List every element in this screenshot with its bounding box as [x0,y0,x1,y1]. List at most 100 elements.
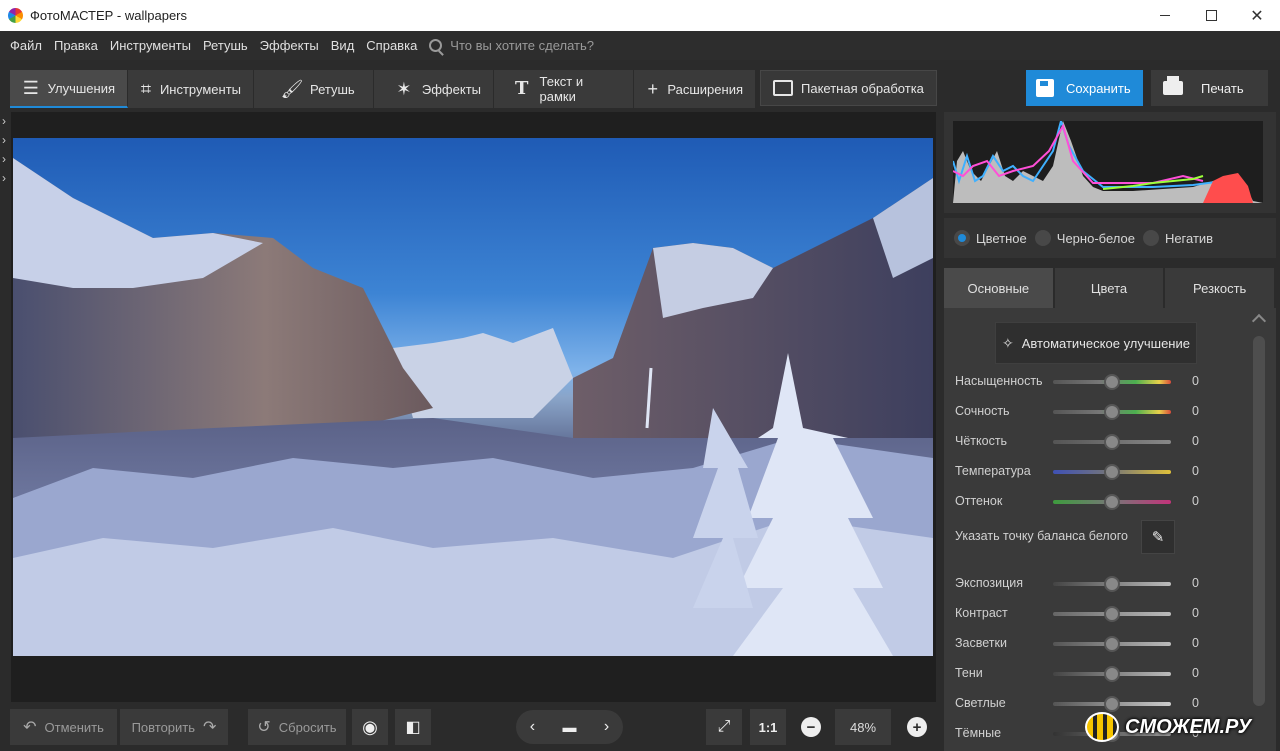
zoom-out-button[interactable]: − [801,717,821,737]
slider-knob[interactable] [1104,464,1120,480]
compare-button[interactable]: ◧ [395,709,431,745]
title-bar: ФотоМАСТЕР - wallpapers ✕ [0,0,1280,31]
tab-extensions[interactable]: + Расширения [634,70,756,108]
slider-knob[interactable] [1104,494,1120,510]
bottom-bar: ↶ Отменить Повторить ↷ ↺ Сбросить ◉ ◧ ‹ … [0,702,940,751]
mode-label: Черно-белое [1056,230,1135,246]
slider-row: Температура 0 [944,462,1244,482]
mode-color-radio[interactable]: Цветное [954,230,1027,246]
chevron-right-icon[interactable]: › [0,169,10,188]
app-logo-icon [8,8,23,23]
slider-label: Светлые [955,696,1006,710]
slider-value: 0 [1192,576,1199,590]
left-panel-toggles: › › › › [0,112,10,188]
expand-icon: ⤢ [717,718,731,735]
search-icon [429,39,443,52]
chevron-right-icon[interactable]: › [604,718,609,736]
tab-colors[interactable]: Цвета [1054,268,1164,308]
tab-enhance[interactable]: ☰ Улучшения [10,70,128,108]
tab-label: Ретушь [310,81,355,97]
tab-text-frames[interactable]: T Текст и рамки [494,70,634,108]
histogram-panel [944,112,1276,213]
slider-row: Чёткость 0 [944,432,1244,452]
maximize-button[interactable] [1188,0,1234,31]
mode-negative-radio[interactable]: Негатив [1142,230,1213,246]
mode-label: Цветное [976,230,1027,246]
brush-icon: 🖌 [280,79,304,99]
folder-icon[interactable]: ▬ [562,719,576,735]
reset-button[interactable]: ↺ Сбросить [248,709,346,745]
search-placeholder: Что вы хотите сделать? [450,38,595,53]
tab-retouch[interactable]: 🖌 Ретушь [254,70,374,108]
floppy-disk-icon [1036,79,1054,97]
slider-value: 0 [1192,636,1199,650]
chevron-right-icon[interactable]: › [0,112,10,131]
slider-label: Контраст [955,606,1008,620]
slider-knob[interactable] [1104,404,1120,420]
chevron-right-icon[interactable]: › [0,131,10,150]
slider-knob[interactable] [1104,666,1120,682]
menu-search[interactable]: Что вы хотите сделать? [429,38,594,53]
menu-view[interactable]: Вид [325,38,361,53]
menu-effects[interactable]: Эффекты [254,38,325,53]
slider-knob[interactable] [1104,374,1120,390]
images-icon [773,80,793,96]
slider-value: 0 [1192,606,1199,620]
ratio-button[interactable]: 1:1 [750,709,786,745]
slider-knob[interactable] [1104,636,1120,652]
panel-tabs: Основные Цвета Резкость [944,268,1276,308]
tab-effects[interactable]: ✶ Эффекты [374,70,494,108]
preview-eye-button[interactable]: ◉ [352,709,388,745]
minimize-button[interactable] [1142,0,1188,31]
slider-knob[interactable] [1104,434,1120,450]
auto-enhance-button[interactable]: ✧ Автоматическое улучшение [995,322,1197,364]
redo-button[interactable]: Повторить ↷ [120,709,228,745]
scroll-thumb[interactable] [1253,336,1265,706]
tab-label: Эффекты [421,81,481,97]
auto-label: Автоматическое улучшение [1021,335,1190,351]
landscape-image [13,158,933,656]
menu-retouch[interactable]: Ретушь [197,38,254,53]
reset-label: Сбросить [278,719,337,735]
print-button[interactable]: Печать [1151,70,1268,106]
fit-screen-button[interactable]: ⤢ [706,709,742,745]
chevron-left-icon[interactable]: ‹ [530,718,535,736]
batch-label: Пакетная обработка [801,80,924,96]
menu-tools[interactable]: Инструменты [104,38,197,53]
eyedropper-button[interactable]: ✎ [1141,520,1175,554]
tool-tabs: ☰ Улучшения ⌗ Инструменты 🖌 Ретушь ✶ Эфф… [10,70,756,108]
scroll-up-icon[interactable] [1251,313,1267,329]
close-button[interactable]: ✕ [1234,0,1280,31]
chevron-right-icon[interactable]: › [0,150,10,169]
undo-button[interactable]: ↶ Отменить [10,709,117,745]
tab-basic[interactable]: Основные [944,268,1053,308]
printer-icon [1163,76,1183,95]
histogram-graph [952,117,1263,203]
tab-tools[interactable]: ⌗ Инструменты [128,70,254,108]
slider-knob[interactable] [1104,576,1120,592]
radio-dot [1034,230,1051,246]
save-button[interactable]: Сохранить [1026,70,1143,106]
watermark-text: СМОЖЕМ.РУ [1125,715,1252,738]
adjustments-panel: ✧ Автоматическое улучшение Насыщенность 0… [944,308,1276,751]
batch-processing-button[interactable]: Пакетная обработка [760,70,937,106]
menu-help[interactable]: Справка [360,38,423,53]
zoom-in-button[interactable]: + [907,717,927,737]
tab-sharpness[interactable]: Резкость [1165,268,1275,308]
slider-row: Контраст 0 [944,604,1244,624]
mode-bw-radio[interactable]: Черно-белое [1034,230,1135,246]
slider-value: 0 [1192,374,1199,388]
slider-value: 0 [1192,666,1199,680]
photo-preview[interactable] [13,138,933,656]
slider-knob[interactable] [1104,606,1120,622]
slider-label: Температура [955,464,1031,478]
tab-label: Инструменты [159,81,241,97]
menu-file[interactable]: Файл [4,38,48,53]
slider-row: Засветки 0 [944,634,1244,654]
panel-scrollbar[interactable] [1250,308,1268,751]
redo-label: Повторить [131,719,196,735]
menu-edit[interactable]: Правка [48,38,104,53]
slider-label: Экспозиция [955,576,1024,590]
slider-value: 0 [1192,464,1199,478]
slider-label: Чёткость [955,434,1008,448]
